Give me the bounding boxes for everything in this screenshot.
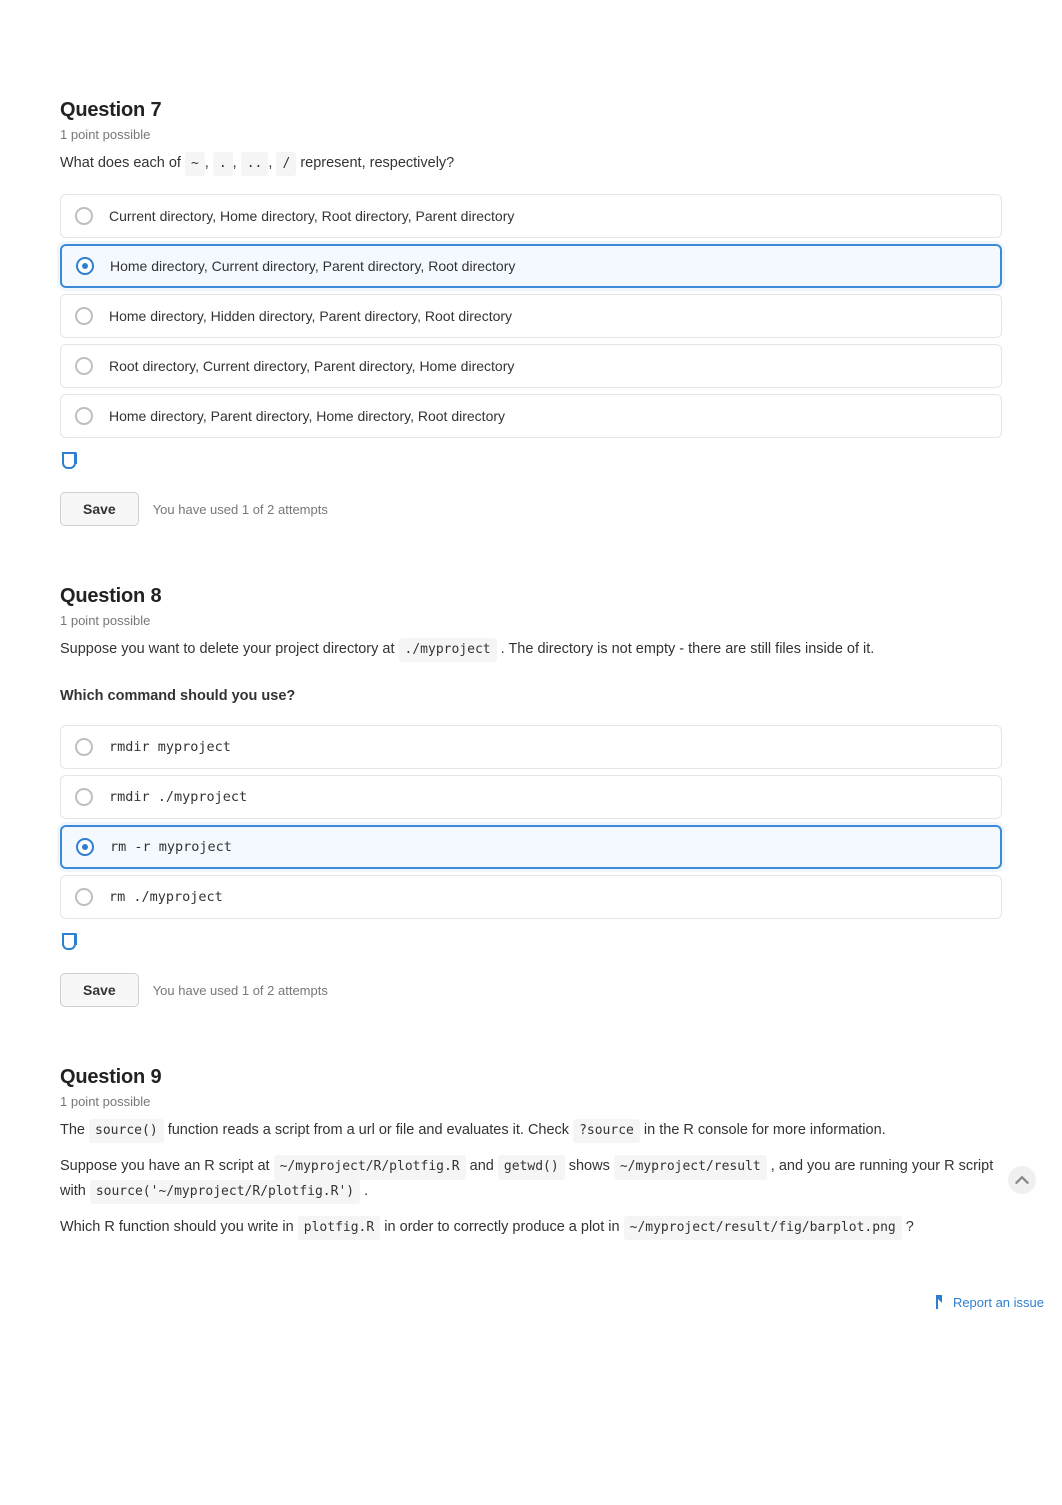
option-text: Root directory, Current directory, Paren… — [109, 358, 514, 374]
q7-save-row: Save You have used 1 of 2 attempts — [60, 492, 1002, 526]
q7-option-0[interactable]: Current directory, Home directory, Root … — [60, 194, 1002, 238]
scroll-up-button[interactable] — [1008, 1166, 1036, 1194]
question-9: Question 9 1 point possible The source()… — [60, 1067, 1002, 1240]
option-text: rm -r myproject — [110, 839, 232, 855]
option-text: rmdir ./myproject — [109, 789, 247, 805]
q8-option-0[interactable]: rmdir myproject — [60, 725, 1002, 769]
report-issue-link[interactable]: Report an issue — [935, 1295, 1044, 1310]
radio-icon — [76, 257, 94, 275]
code-chip-source-call: source('~/myproject/R/plotfig.R') — [90, 1180, 360, 1204]
code-chip-out-path: ~/myproject/result/fig/barplot.png — [624, 1216, 902, 1240]
radio-icon — [75, 888, 93, 906]
p2-e: . — [364, 1183, 368, 1199]
q7-option-2[interactable]: Home directory, Hidden directory, Parent… — [60, 294, 1002, 338]
q7-option-4[interactable]: Home directory, Parent directory, Home d… — [60, 394, 1002, 438]
q7-options: Current directory, Home directory, Root … — [60, 194, 1002, 438]
q8-options: rmdir myproject rmdir ./myproject rm -r … — [60, 725, 1002, 919]
radio-icon — [75, 307, 93, 325]
prompt-tail: represent, respectively? — [300, 155, 454, 171]
radio-icon — [75, 357, 93, 375]
q7-option-3[interactable]: Root directory, Current directory, Paren… — [60, 344, 1002, 388]
points-label: 1 point possible — [60, 1094, 1002, 1109]
save-button[interactable]: Save — [60, 492, 139, 526]
question-number: 9 — [150, 1066, 161, 1088]
option-text: Current directory, Home directory, Root … — [109, 208, 514, 224]
bookmark-row — [62, 933, 1002, 955]
save-button[interactable]: Save — [60, 973, 139, 1007]
question-number: 7 — [150, 99, 161, 121]
question-prompt-part1: The source() function reads a script fro… — [60, 1119, 1002, 1143]
radio-icon — [75, 207, 93, 225]
q8-option-3[interactable]: rm ./myproject — [60, 875, 1002, 919]
question-title-prefix: Question — [60, 1066, 145, 1088]
p2-b: and — [470, 1158, 494, 1174]
option-text: Home directory, Hidden directory, Parent… — [109, 308, 512, 324]
code-chip-dotdot: .. — [241, 152, 269, 176]
question-title: Question 7 — [60, 100, 1002, 121]
prompt-lead: What does each of — [60, 155, 181, 171]
prompt-part1: Suppose you want to delete your project … — [60, 641, 395, 657]
radio-icon — [75, 738, 93, 756]
p3-c: ? — [906, 1219, 914, 1235]
p2-c: shows — [569, 1158, 610, 1174]
report-label: Report an issue — [953, 1295, 1044, 1310]
question-title: Question 9 — [60, 1067, 1002, 1088]
quiz-page: Question 7 1 point possible What does ea… — [0, 0, 1062, 1318]
q8-save-row: Save You have used 1 of 2 attempts — [60, 973, 1002, 1007]
prompt-part2: . The directory is not empty - there are… — [501, 641, 875, 657]
code-chip-result-path: ~/myproject/result — [614, 1155, 767, 1179]
p2-a: Suppose you have an R script at — [60, 1158, 270, 1174]
code-chip-source: source() — [89, 1119, 164, 1143]
question-prompt-part3: Which R function should you write in plo… — [60, 1216, 1002, 1240]
q8-option-1[interactable]: rmdir ./myproject — [60, 775, 1002, 819]
question-prompt-part2: Suppose you have an R script at ~/myproj… — [60, 1155, 1002, 1203]
prompt-strong: Which command should you use? — [60, 688, 295, 704]
code-chip-plotfig-path: ~/myproject/R/plotfig.R — [274, 1155, 466, 1179]
radio-icon — [75, 407, 93, 425]
chevron-up-icon — [1015, 1173, 1029, 1187]
option-text: rm ./myproject — [109, 889, 223, 905]
attempts-hint: You have used 1 of 2 attempts — [153, 502, 328, 517]
points-label: 1 point possible — [60, 613, 1002, 628]
option-text: Home directory, Current directory, Paren… — [110, 258, 515, 274]
question-title-prefix: Question — [60, 99, 145, 121]
radio-icon — [76, 838, 94, 856]
p3-b: in order to correctly produce a plot in — [384, 1219, 619, 1235]
points-label: 1 point possible — [60, 127, 1002, 142]
bookmark-row — [62, 452, 1002, 474]
question-7: Question 7 1 point possible What does ea… — [60, 100, 1002, 526]
p1-b: function reads a script from a url or fi… — [168, 1122, 569, 1138]
q8-option-2[interactable]: rm -r myproject — [60, 825, 1002, 869]
question-title: Question 8 — [60, 586, 1002, 607]
question-prompt: What does each of ~, ., .., / represent,… — [60, 152, 1002, 176]
code-chip-tilde: ~ — [185, 152, 205, 176]
code-chip-slash: / — [276, 152, 296, 176]
bookmark-icon[interactable] — [62, 933, 76, 950]
flag-icon — [935, 1295, 947, 1309]
code-chip-dot: . — [213, 152, 233, 176]
code-chip-myproject: ./myproject — [399, 638, 497, 662]
p1-c: in the R console for more information. — [644, 1122, 886, 1138]
code-chip-help-source: ?source — [573, 1119, 640, 1143]
radio-icon — [75, 788, 93, 806]
option-text: rmdir myproject — [109, 739, 231, 755]
question-8: Question 8 1 point possible Suppose you … — [60, 586, 1002, 1007]
question-title-prefix: Question — [60, 585, 145, 607]
p3-a: Which R function should you write in — [60, 1219, 294, 1235]
code-chip-plotfig: plotfig.R — [298, 1216, 380, 1240]
code-chip-getwd: getwd() — [498, 1155, 565, 1179]
question-number: 8 — [150, 585, 161, 607]
option-text: Home directory, Parent directory, Home d… — [109, 408, 505, 424]
p1-a: The — [60, 1122, 85, 1138]
question-prompt: Suppose you want to delete your project … — [60, 638, 1002, 707]
bookmark-icon[interactable] — [62, 452, 76, 469]
attempts-hint: You have used 1 of 2 attempts — [153, 983, 328, 998]
q7-option-1[interactable]: Home directory, Current directory, Paren… — [60, 244, 1002, 288]
